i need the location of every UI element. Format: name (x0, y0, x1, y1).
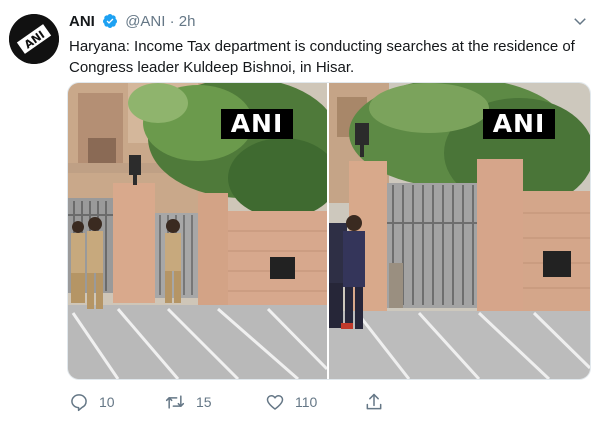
avatar[interactable]: ANI (9, 14, 59, 64)
like-button[interactable]: 110 (265, 392, 317, 412)
heart-icon (266, 395, 284, 410)
media-photo-right[interactable]: ANI (329, 83, 590, 379)
reply-count: 10 (99, 394, 115, 410)
tweet-timestamp[interactable]: 2h (179, 13, 196, 30)
tweet-text-line-1: Haryana: Income Tax department is conduc… (69, 38, 575, 55)
tweet-actions: 10 15 110 (69, 392, 529, 412)
separator-dot: · (169, 13, 175, 30)
media-photo-left[interactable]: ANI (68, 83, 327, 379)
retweet-count: 15 (196, 394, 212, 410)
ani-avatar-logo: ANI (9, 14, 59, 64)
tweet-header: ANI @ANI · 2h (69, 13, 195, 31)
tweet-media[interactable]: ANI ANI (67, 82, 591, 380)
author-name[interactable]: ANI (69, 13, 95, 30)
reply-icon (71, 394, 87, 412)
retweet-button[interactable]: 15 (164, 392, 212, 412)
like-count: 110 (295, 394, 318, 410)
tweet-text-line-2: Congress leader Kuldeep Bishnoi, in Hisa… (69, 59, 355, 76)
ani-watermark-right: ANI (483, 109, 555, 139)
share-button[interactable] (364, 392, 384, 412)
retweet-icon (165, 395, 185, 409)
author-handle[interactable]: @ANI (125, 13, 165, 30)
reply-button[interactable]: 10 (69, 392, 115, 412)
chevron-down-icon[interactable] (571, 12, 589, 30)
ani-watermark-left: ANI (221, 109, 293, 139)
tweet-card: ANI ANI @ANI · 2h Haryana: Income Tax de… (0, 0, 600, 426)
tweet-text: Haryana: Income Tax department is conduc… (69, 36, 589, 78)
verified-badge-icon (103, 14, 118, 28)
share-icon (366, 393, 382, 410)
